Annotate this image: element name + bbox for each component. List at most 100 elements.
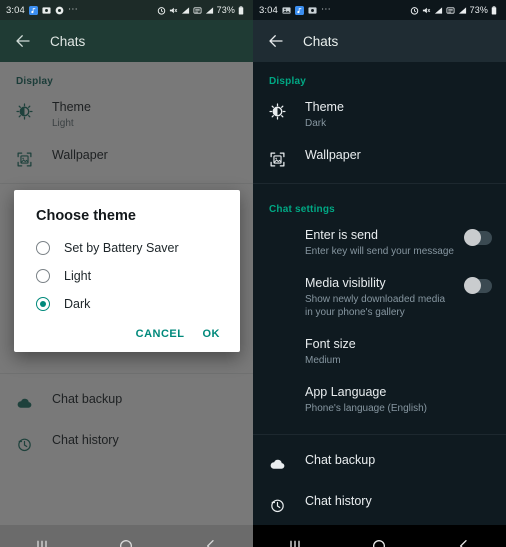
right-app-bar: Chats [253, 20, 506, 62]
setting-subtitle: Phone's language (English) [305, 403, 427, 414]
setting-row-media-visibility[interactable]: Media visibility Show newly downloaded m… [253, 267, 506, 328]
history-clock-icon [269, 494, 295, 514]
signal-icon [181, 6, 190, 15]
section-header-display: Display [269, 76, 306, 87]
status-bar-left-group: 3:04 ⋯ [259, 5, 410, 16]
setting-subtitle: Enter key will send your message [305, 246, 454, 257]
battery-percent-label: 73% [216, 5, 235, 15]
more-dots-icon: ⋯ [320, 4, 332, 15]
back-arrow-icon[interactable] [14, 32, 32, 50]
right-status-bar: 3:04 ⋯ 73% [253, 0, 506, 20]
ok-button[interactable]: OK [203, 328, 221, 340]
dialog-actions: CANCEL OK [14, 318, 240, 346]
setting-subtitle: Dark [305, 118, 327, 129]
sim-icon [193, 6, 202, 15]
setting-row-chat-backup[interactable]: Chat backup [253, 441, 506, 482]
alarm-icon [410, 6, 419, 15]
left-app-bar: Chats [0, 20, 253, 62]
image-icon [282, 6, 291, 15]
battery-icon [238, 5, 247, 15]
setting-title: Chat backup [305, 453, 376, 467]
battery-percent-label: 73% [469, 5, 488, 15]
setting-title: Theme [305, 100, 344, 114]
mute-icon [422, 6, 431, 15]
wallpaper-icon [269, 148, 295, 168]
setting-row-font-size[interactable]: Font size Medium [253, 328, 506, 376]
setting-row-app-language[interactable]: App Language Phone's language (English) [253, 376, 506, 424]
right-navigation-bar [253, 525, 506, 547]
dual-phone-screenshot: 3:04 ⋯ 73% Chats Choose theme Set by Bat… [0, 0, 506, 547]
battery-icon [491, 5, 500, 15]
setting-subtitle: Show newly downloaded media in your phon… [305, 294, 446, 318]
setting-text-chat-history: Chat history [295, 494, 494, 509]
mute-icon [169, 6, 178, 15]
radio-icon[interactable] [36, 241, 50, 255]
more-dots-icon: ⋯ [67, 4, 79, 15]
sim-icon [446, 6, 455, 15]
setting-row-chat-history[interactable]: Chat history [253, 482, 506, 523]
setting-text-font-size: Font size Medium [269, 337, 494, 367]
dialog-title: Choose theme [36, 208, 136, 224]
setting-title: Wallpaper [305, 148, 361, 162]
music-note-icon [294, 5, 304, 15]
theme-brightness-icon [269, 100, 295, 120]
radio-option-battery-saver[interactable]: Set by Battery Saver [14, 234, 240, 262]
screenshot-icon [42, 6, 51, 15]
toggle-knob [464, 229, 481, 246]
recents-icon[interactable] [29, 533, 55, 547]
cloud-backup-icon [269, 453, 295, 473]
setting-row-theme[interactable]: Theme Dark [253, 91, 506, 139]
page-title: Chats [50, 33, 86, 49]
section-divider [253, 183, 506, 184]
record-icon [55, 6, 64, 15]
status-bar-clock: 3:04 [259, 4, 278, 16]
radio-option-light[interactable]: Light [14, 262, 240, 290]
right-settings-content: Display Theme Dark Wallpaper Chat settin… [253, 62, 506, 525]
screenshot-icon [308, 6, 317, 15]
setting-row-enter-is-send[interactable]: Enter is send Enter key will send your m… [253, 219, 506, 267]
left-status-bar: 3:04 ⋯ 73% [0, 0, 253, 20]
signal-icon [434, 6, 443, 15]
page-title: Chats [303, 33, 339, 49]
music-note-icon [28, 5, 38, 15]
home-icon[interactable] [366, 533, 392, 547]
setting-title: Enter is send [305, 228, 378, 242]
back-icon[interactable] [198, 533, 224, 547]
radio-label: Dark [64, 297, 91, 311]
section-divider [253, 434, 506, 435]
setting-text-enter-is-send: Enter is send Enter key will send your m… [269, 228, 466, 258]
setting-title: Media visibility [305, 276, 386, 290]
alarm-icon [157, 6, 166, 15]
back-arrow-icon[interactable] [267, 32, 285, 50]
radio-option-dark[interactable]: Dark [14, 290, 240, 318]
setting-title: Font size [305, 337, 356, 351]
right-phone-screen: 3:04 ⋯ 73% Chats Display Theme Dark Wall… [253, 0, 506, 547]
toggle-knob [464, 277, 481, 294]
status-bar-clock: 3:04 [6, 4, 25, 16]
setting-text-chat-backup: Chat backup [295, 453, 494, 468]
setting-text-wallpaper: Wallpaper [295, 148, 494, 163]
toggle-enter-is-send[interactable] [464, 229, 492, 246]
toggle-media-visibility[interactable] [464, 277, 492, 294]
left-phone-screen: 3:04 ⋯ 73% Chats Choose theme Set by Bat… [0, 0, 253, 547]
setting-title: App Language [305, 385, 387, 399]
status-bar-right-group: 73% [157, 5, 247, 15]
choose-theme-dialog: Choose theme Set by Battery Saver Light … [14, 190, 240, 352]
setting-text-theme: Theme Dark [295, 100, 494, 130]
recents-icon[interactable] [282, 533, 308, 547]
setting-text-media-visibility: Media visibility Show newly downloaded m… [269, 276, 466, 319]
radio-label: Set by Battery Saver [64, 241, 179, 255]
section-header-chat-settings: Chat settings [269, 204, 335, 215]
radio-icon-selected[interactable] [36, 297, 50, 311]
cancel-button[interactable]: CANCEL [136, 328, 185, 340]
home-icon[interactable] [113, 533, 139, 547]
radio-icon[interactable] [36, 269, 50, 283]
status-bar-left-group: 3:04 ⋯ [6, 5, 157, 16]
back-icon[interactable] [451, 533, 477, 547]
signal2-icon [458, 6, 467, 15]
setting-text-app-language: App Language Phone's language (English) [269, 385, 494, 415]
setting-subtitle: Medium [305, 355, 341, 366]
status-bar-right-group: 73% [410, 5, 500, 15]
setting-row-wallpaper[interactable]: Wallpaper [253, 139, 506, 177]
setting-title: Chat history [305, 494, 372, 508]
